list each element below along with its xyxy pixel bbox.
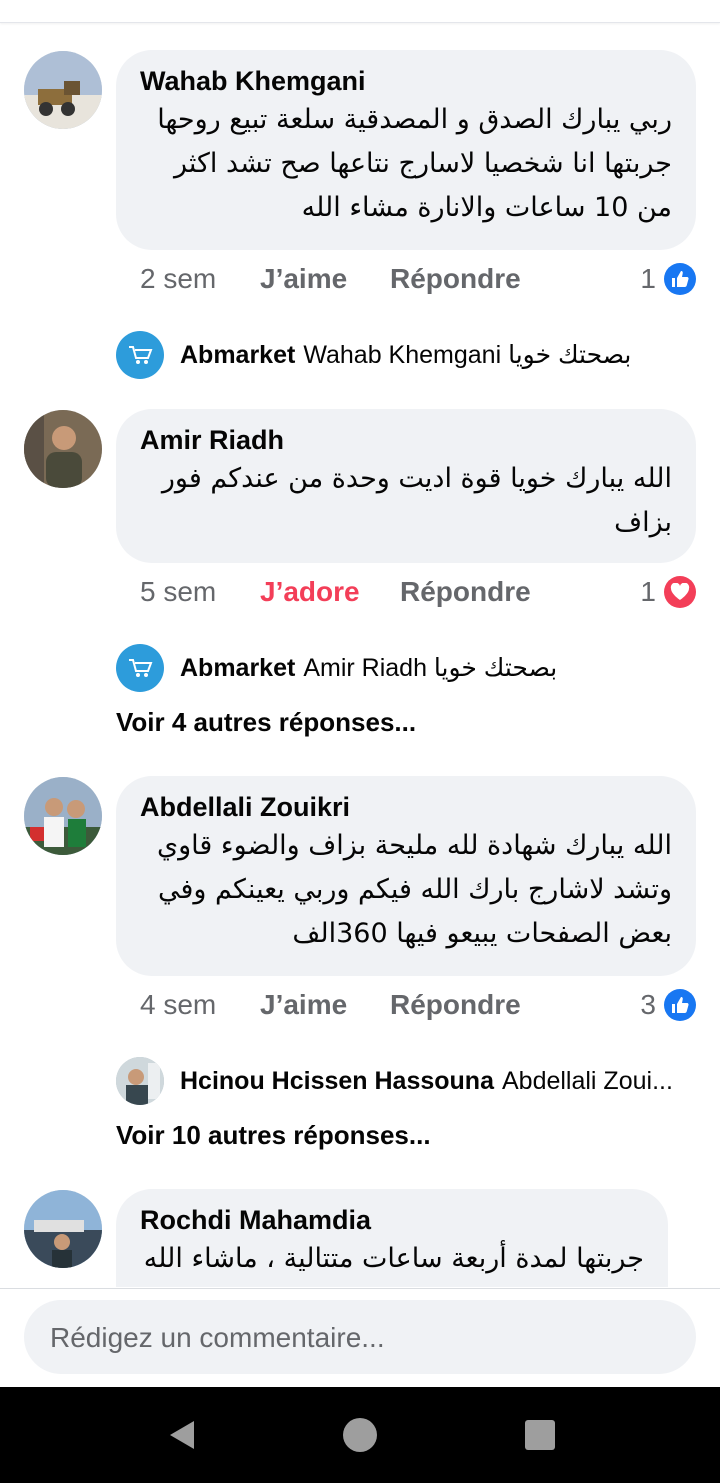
reaction-summary[interactable]: 1 <box>640 259 696 299</box>
avatar[interactable] <box>24 51 102 129</box>
reply-text: Wahab Khemgani بصحتك خويا <box>303 341 632 369</box>
reply-preview[interactable]: Hcinou Hcissen Hassouna Abdellali Zoui..… <box>116 1056 696 1106</box>
comment-text: الله يبارك خويا قوة اديت وحدة من عندكم ف… <box>161 463 672 538</box>
reply-author[interactable]: Abmarket <box>180 341 295 370</box>
reply-text: Abdellali Zoui... <box>501 1066 673 1095</box>
comment-bubble[interactable]: Wahab Khemgani ربي يبارك الصدق و المصدقي… <box>116 50 696 250</box>
comment-time[interactable]: 5 sem <box>140 576 260 608</box>
back-icon[interactable] <box>162 1415 202 1455</box>
reaction-count: 1 <box>640 263 656 294</box>
avatar[interactable] <box>24 777 102 855</box>
reaction-summary[interactable]: 1 <box>640 572 696 612</box>
comment-author[interactable]: Amir Riadh <box>140 423 672 457</box>
love-icon <box>664 576 696 608</box>
avatar[interactable] <box>24 410 102 488</box>
comment-author[interactable]: Abdellali Zouikri <box>140 790 672 824</box>
abmarket-logo-icon <box>116 644 164 692</box>
comment-bubble[interactable]: Rochdi Mahamdia جربتها لمدة أربعة ساعات … <box>116 1189 668 1287</box>
reply-preview[interactable]: Abmarket Wahab Khemgani بصحتك خويا <box>116 330 696 380</box>
reaction-count: 1 <box>640 576 656 607</box>
comment-author[interactable]: Wahab Khemgani <box>140 64 672 98</box>
avatar <box>116 1057 164 1105</box>
comment-composer-bar <box>0 1288 720 1387</box>
comment-bubble[interactable]: Amir Riadh الله يبارك خويا قوة اديت وحدة… <box>116 409 696 563</box>
comment-text: ربي يبارك الصدق و المصدقية سلعة تبيع روح… <box>157 104 672 223</box>
comment-time[interactable]: 2 sem <box>140 263 260 295</box>
reaction-count: 3 <box>640 989 656 1020</box>
comments-feed[interactable]: Wahab Khemgani ربي يبارك الصدق و المصدقي… <box>0 23 720 1287</box>
reply-author[interactable]: Hcinou Hcissen Hassouna <box>180 1067 494 1096</box>
view-more-replies[interactable]: Voir 10 autres réponses... <box>116 1120 431 1151</box>
reply-text: Amir Riadh بصحتك خويا <box>303 654 558 682</box>
like-icon <box>664 989 696 1021</box>
comment-actions: 5 sem J’adore Répondre <box>140 572 531 612</box>
like-icon <box>664 263 696 295</box>
reply-author[interactable]: Abmarket <box>180 654 295 683</box>
reply-button[interactable]: Répondre <box>390 989 521 1021</box>
system-nav-bar <box>0 1387 720 1483</box>
comment-input[interactable] <box>48 1300 672 1376</box>
comment-composer[interactable] <box>24 1300 696 1376</box>
reply-button[interactable]: Répondre <box>390 263 521 295</box>
comment-actions: 4 sem J’aime Répondre <box>140 985 521 1025</box>
recents-icon[interactable] <box>520 1415 560 1455</box>
like-button[interactable]: J’aime <box>260 263 390 295</box>
view-more-replies[interactable]: Voir 4 autres réponses... <box>116 707 416 738</box>
top-bar <box>0 0 720 23</box>
comment-text: الله يبارك شهادة لله مليحة بزاف والضوء ق… <box>157 830 672 949</box>
reply-button[interactable]: Répondre <box>400 576 531 608</box>
reaction-summary[interactable]: 3 <box>640 985 696 1025</box>
like-button[interactable]: J’aime <box>260 989 390 1021</box>
comment-actions: 2 sem J’aime Répondre <box>140 259 521 299</box>
comment-time[interactable]: 4 sem <box>140 989 260 1021</box>
comment-text: جربتها لمدة أربعة ساعات متتالية ، ماشاء … <box>143 1243 644 1274</box>
comment-author[interactable]: Rochdi Mahamdia <box>140 1203 644 1237</box>
love-button[interactable]: J’adore <box>260 576 400 608</box>
comment-bubble[interactable]: Abdellali Zouikri الله يبارك شهادة لله م… <box>116 776 696 976</box>
home-icon[interactable] <box>340 1415 380 1455</box>
avatar[interactable] <box>24 1190 102 1268</box>
reply-preview[interactable]: Abmarket Amir Riadh بصحتك خويا <box>116 643 696 693</box>
abmarket-logo-icon <box>116 331 164 379</box>
